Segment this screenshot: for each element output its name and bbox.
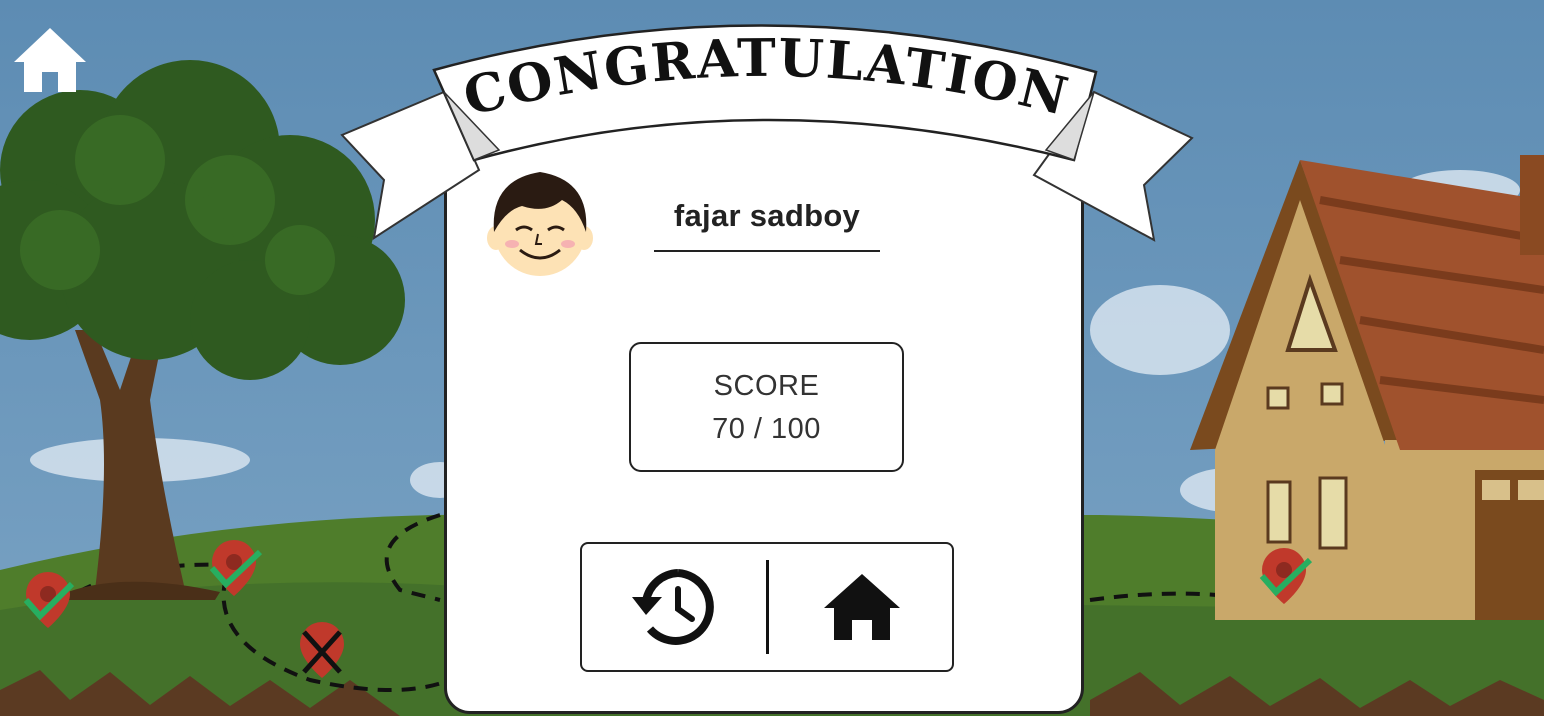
score-label: SCORE (713, 370, 820, 402)
map-marker-failed (300, 622, 344, 678)
home-button[interactable] (769, 544, 954, 670)
retry-button[interactable] (582, 544, 767, 670)
home-button[interactable] (10, 24, 90, 96)
action-buttons (580, 542, 954, 672)
name-underline (654, 250, 880, 252)
home-icon (14, 28, 86, 92)
score-panel: SCORE 70 / 100 (629, 342, 904, 472)
player-name: fajar sadboy (673, 198, 861, 233)
avatar (487, 172, 593, 276)
home-icon (823, 574, 900, 640)
score-value: 70 / 100 (712, 413, 821, 445)
history-icon (631, 569, 714, 645)
